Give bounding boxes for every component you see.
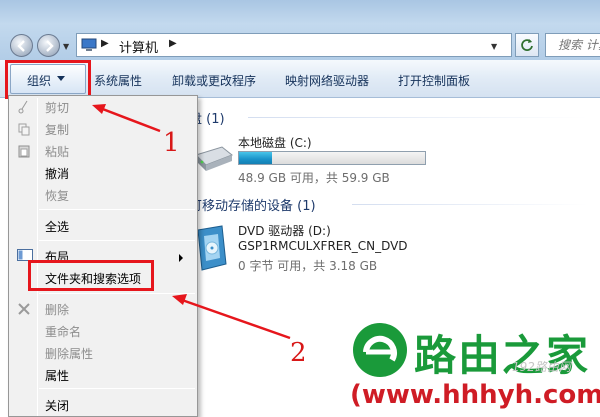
watermark-url: (www.hhhyh.com) bbox=[350, 380, 600, 410]
watermark-faint-text: 192路由网 bbox=[512, 360, 571, 374]
annotation-number-2: 2 bbox=[290, 338, 307, 368]
annotation-number-1: 1 bbox=[163, 128, 180, 158]
annotation-arrowhead-1 bbox=[92, 104, 106, 114]
watermark-logo-icon bbox=[353, 323, 407, 377]
annotation-arrowhead-2 bbox=[172, 294, 187, 305]
annotation-arrow-1 bbox=[99, 106, 161, 133]
annotation-arrow-2 bbox=[181, 298, 291, 340]
